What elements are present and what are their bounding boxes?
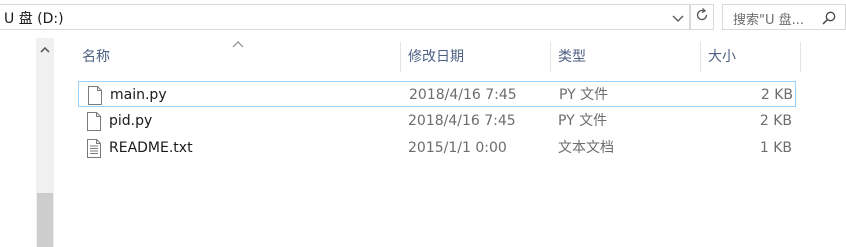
address-bar[interactable]: U 盘 (D:) xyxy=(0,4,690,30)
file-size: 1 KB xyxy=(759,140,792,156)
file-date: 2018/4/16 7:45 xyxy=(409,87,517,103)
file-row[interactable]: main.py 2018/4/16 7:45 PY 文件 2 KB xyxy=(78,81,796,107)
file-name: pid.py xyxy=(109,113,153,129)
text-file-icon xyxy=(86,139,102,158)
refresh-button[interactable] xyxy=(690,4,714,30)
python-file-icon xyxy=(86,112,102,131)
column-divider[interactable] xyxy=(400,42,401,72)
search-icon[interactable] xyxy=(821,10,837,26)
scrollbar-thumb[interactable] xyxy=(37,193,53,247)
sort-ascending-icon xyxy=(232,36,244,48)
file-size: 2 KB xyxy=(760,87,793,103)
file-type: 文本文档 xyxy=(558,140,614,156)
file-size: 2 KB xyxy=(759,113,792,129)
file-name: README.txt xyxy=(109,140,193,156)
search-placeholder: 搜索"U 盘... xyxy=(733,13,805,28)
column-divider[interactable] xyxy=(550,42,551,72)
refresh-icon xyxy=(694,7,710,27)
file-explorer-window: U 盘 (D:) 搜索"U 盘... 名称 修改日期 类型 大小 main.py… xyxy=(0,0,846,247)
file-date: 2018/4/16 7:45 xyxy=(408,113,516,129)
python-file-icon xyxy=(87,86,103,105)
vertical-scrollbar[interactable] xyxy=(36,38,54,247)
file-row[interactable]: README.txt 2015/1/1 0:00 文本文档 1 KB xyxy=(78,135,796,161)
column-divider[interactable] xyxy=(700,42,701,72)
scroll-up-button[interactable] xyxy=(36,40,54,58)
file-name: main.py xyxy=(110,87,167,103)
file-row[interactable]: pid.py 2018/4/16 7:45 PY 文件 2 KB xyxy=(78,108,796,134)
column-divider[interactable] xyxy=(800,42,801,72)
file-date: 2015/1/1 0:00 xyxy=(408,140,507,156)
column-header-type[interactable]: 类型 xyxy=(558,44,586,74)
file-type: PY 文件 xyxy=(559,87,609,103)
column-header-size[interactable]: 大小 xyxy=(708,44,736,74)
column-header-date[interactable]: 修改日期 xyxy=(408,44,464,74)
address-path: U 盘 (D:) xyxy=(4,11,64,27)
search-input[interactable]: 搜索"U 盘... xyxy=(722,4,846,30)
chevron-up-icon xyxy=(40,41,50,57)
chevron-down-icon[interactable] xyxy=(670,11,686,27)
file-type: PY 文件 xyxy=(558,113,608,129)
column-header-name[interactable]: 名称 xyxy=(82,44,110,74)
